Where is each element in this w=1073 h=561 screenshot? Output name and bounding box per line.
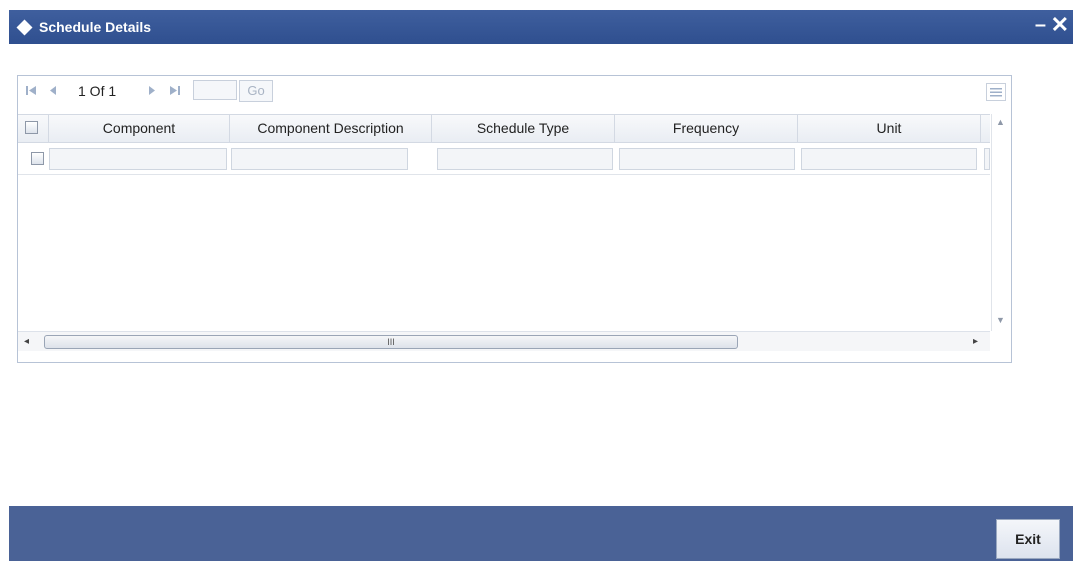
footer-bar	[9, 506, 1073, 561]
pagination-bar: 1 Of 1 Go	[18, 76, 1011, 106]
minimize-button[interactable]: –	[1035, 14, 1046, 37]
horizontal-scrollbar[interactable]: ◂ III ▸	[18, 331, 990, 351]
column-header-frequency[interactable]: Frequency	[615, 115, 798, 142]
exit-button[interactable]: Exit	[996, 519, 1060, 559]
next-page-icon[interactable]	[145, 83, 159, 97]
horizontal-scroll-thumb[interactable]: III	[44, 335, 738, 349]
previous-page-icon[interactable]	[46, 83, 60, 97]
component-input[interactable]	[49, 148, 227, 170]
first-page-icon[interactable]	[24, 83, 38, 97]
close-button[interactable]: ✕	[1051, 12, 1069, 38]
schedule-type-input[interactable]	[437, 148, 613, 170]
column-header-component-description[interactable]: Component Description	[230, 115, 432, 142]
grid-header-row: Component Component Description Schedule…	[18, 114, 990, 143]
window-title: Schedule Details	[39, 19, 152, 35]
title-bar: Schedule Details – ✕	[9, 10, 1073, 44]
column-header-overflow	[981, 115, 990, 142]
last-page-icon[interactable]	[168, 83, 182, 97]
page-indicator: 1 Of 1	[78, 83, 117, 99]
scroll-up-icon[interactable]: ▲	[996, 117, 1005, 127]
select-all-cell	[18, 115, 49, 142]
schedule-details-window: Schedule Details – ✕ 1 Of 1 Go Component…	[9, 10, 1073, 561]
overflow-column-input[interactable]	[984, 148, 990, 170]
list-icon	[990, 88, 1002, 97]
unit-input[interactable]	[801, 148, 977, 170]
scroll-right-icon[interactable]: ▸	[973, 336, 978, 347]
scroll-down-icon[interactable]: ▼	[996, 315, 1005, 325]
frequency-input[interactable]	[619, 148, 795, 170]
diamond-icon	[16, 19, 33, 36]
column-header-schedule-type[interactable]: Schedule Type	[432, 115, 615, 142]
column-header-unit[interactable]: Unit	[798, 115, 981, 142]
column-header-component[interactable]: Component	[49, 115, 230, 142]
page-number-input[interactable]	[193, 80, 237, 100]
go-button[interactable]: Go	[239, 80, 273, 102]
vertical-scrollbar[interactable]: ▲ ▼	[991, 114, 1010, 331]
table-row	[18, 143, 990, 175]
select-all-checkbox[interactable]	[25, 121, 38, 134]
column-settings-button[interactable]	[986, 83, 1006, 101]
scroll-left-icon[interactable]: ◂	[24, 336, 29, 347]
row-select-checkbox[interactable]	[31, 152, 44, 165]
component-description-input[interactable]	[231, 148, 408, 170]
schedule-grid-panel: 1 Of 1 Go Component Component Descriptio…	[17, 75, 1012, 363]
